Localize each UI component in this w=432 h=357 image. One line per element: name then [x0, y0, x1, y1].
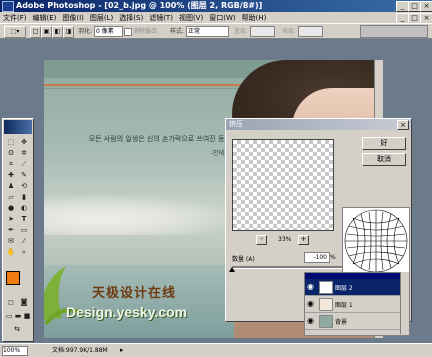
screen-mode-full-menu-icon[interactable]: ▬ [14, 311, 22, 321]
gradient-tool-icon[interactable]: ▮ [18, 192, 30, 202]
quickmask-mode-icon[interactable]: ◙ [18, 297, 30, 307]
layer-row[interactable]: ◉ 背景 [305, 313, 409, 330]
type-tool-icon[interactable]: T [18, 214, 30, 224]
antialias-label: 消除锯齿 [133, 28, 158, 35]
style-label: 样式: [170, 28, 185, 35]
notes-tool-icon[interactable]: ✉ [5, 236, 17, 246]
blur-tool-icon[interactable]: ● [5, 203, 17, 213]
add-selection-icon[interactable]: ▣ [41, 26, 52, 38]
eye-icon[interactable]: ◉ [307, 282, 314, 291]
amount-input[interactable]: -100 [304, 252, 330, 263]
height-input[interactable] [298, 26, 323, 37]
subtract-selection-icon[interactable]: ◧ [52, 26, 63, 38]
layer-thumbnail [319, 298, 333, 311]
layer-row-selected[interactable]: ◉ 图层 2 [305, 279, 409, 296]
imageready-icon[interactable]: ⇆ [11, 324, 23, 334]
eyedropper-icon[interactable]: ⁄ [18, 236, 30, 246]
dodge-tool-icon[interactable]: ◐ [18, 203, 30, 213]
foreground-color-swatch[interactable] [6, 271, 20, 285]
close-button[interactable]: × [420, 1, 432, 12]
status-arrow-icon[interactable]: ▸ [120, 346, 124, 355]
eye-icon[interactable]: ◉ [307, 299, 314, 308]
crop-tool-icon[interactable]: ⌗ [5, 159, 17, 169]
intersect-selection-icon[interactable]: ◨ [63, 26, 74, 38]
menu-bar: 文件(F) 编辑(E) 图像(I) 图层(L) 选择(S) 滤镜(T) 视图(V) 窗口(W)… [0, 12, 432, 23]
status-doc-size: 文档:997.9K/1.88M [52, 347, 108, 354]
ok-button[interactable]: 好 [362, 137, 406, 150]
brush-tool-icon[interactable]: ✎ [18, 170, 30, 180]
eraser-tool-icon[interactable]: ▱ [5, 192, 17, 202]
layers-footer [305, 329, 409, 335]
shape-tool-icon[interactable]: ▭ [18, 225, 30, 235]
palette-well[interactable] [360, 25, 428, 38]
layers-scrollbar[interactable] [400, 272, 409, 334]
lasso-tool-icon[interactable]: ʘ [5, 148, 17, 158]
cancel-button[interactable]: 取消 [362, 153, 406, 166]
style-select[interactable]: 正常 [186, 26, 229, 37]
tool-preset-button[interactable]: ⬚▾ [4, 26, 26, 38]
amount-slider-thumb[interactable] [229, 267, 235, 272]
marquee-tool-icon[interactable]: ⬚ [5, 137, 17, 147]
zoom-out-button[interactable]: - [256, 235, 267, 245]
stamp-tool-icon[interactable]: ♟ [5, 181, 17, 191]
amount-label: 数量 (A) [232, 256, 255, 263]
amount-unit: % [330, 254, 336, 261]
pen-tool-icon[interactable]: ✒ [5, 225, 17, 235]
filter-preview[interactable] [232, 139, 334, 231]
layers-panel: ◉ 图层 2 ◉ 图层 1 ◉ 背景 [304, 272, 410, 336]
height-label: 高度: [282, 28, 297, 35]
zoom-in-button[interactable]: + [298, 235, 309, 245]
options-bar: ⬚▾ □ ▣ ◧ ◨ 羽化: 0 像素 消除锯齿 样式: 正常 宽度: 高度: [0, 23, 432, 39]
dialog-title-bar: 挤压 [226, 119, 411, 130]
feather-label: 羽化: [78, 28, 93, 35]
photoshop-icon [2, 1, 14, 12]
eye-icon[interactable]: ◉ [307, 316, 314, 325]
move-tool-icon[interactable]: ✥ [18, 137, 30, 147]
zoom-tool-icon[interactable]: ⌕ [18, 247, 30, 257]
layer-thumbnail [319, 281, 333, 294]
slice-tool-icon[interactable]: ⟋ [18, 159, 30, 169]
toolbox: ⬚ ✥ ʘ ✲ ⌗ ⟋ ✚ ✎ ♟ ⟲ ▱ ▮ ● ◐ ➤ T ✒ ▭ ✉ ⁄ … [2, 118, 34, 342]
layer-row[interactable]: ◉ 图层 1 [305, 296, 409, 313]
window-title: Adobe Photoshop - [02_b.jpg @ 100% (图层 2… [16, 1, 263, 10]
toolbox-header [4, 120, 32, 134]
healing-brush-icon[interactable]: ✚ [5, 170, 17, 180]
zoom-level: 33% [278, 236, 292, 243]
history-brush-icon[interactable]: ⟲ [18, 181, 30, 191]
dialog-close-button[interactable]: × [397, 120, 409, 130]
status-bar: 100% 文档:997.9K/1.88M ▸ [0, 343, 432, 357]
screen-mode-full-icon[interactable]: ■ [23, 311, 31, 321]
pinch-grid-preview [342, 207, 410, 275]
standard-mode-icon[interactable]: ◻ [5, 297, 17, 307]
amount-slider-track[interactable] [232, 266, 342, 269]
watermark-logo [44, 260, 82, 332]
title-bar: Adobe Photoshop - [02_b.jpg @ 100% (图层 2… [0, 0, 432, 12]
layer-name: 图层 2 [335, 285, 353, 292]
width-label: 宽度: [234, 28, 249, 35]
new-selection-icon[interactable]: □ [30, 26, 41, 38]
layer-name: 背景 [335, 319, 348, 326]
cloud-shape [44, 195, 234, 235]
watermark-en: Design.yesky.com [66, 304, 188, 320]
layer-name: 图层 1 [335, 302, 353, 309]
screen-mode-standard-icon[interactable]: ▭ [5, 311, 13, 321]
path-select-icon[interactable]: ➤ [5, 214, 17, 224]
antialias-checkbox[interactable] [124, 28, 132, 36]
layer-thumbnail [319, 315, 333, 328]
status-zoom[interactable]: 100% [2, 346, 28, 356]
feather-input[interactable]: 0 像素 [94, 26, 123, 37]
width-input[interactable] [250, 26, 275, 37]
watermark-cn: 天极设计在线 [92, 286, 177, 301]
magic-wand-icon[interactable]: ✲ [18, 148, 30, 158]
dialog-title: 挤压 [229, 120, 243, 128]
hand-tool-icon[interactable]: ✋ [5, 247, 17, 257]
